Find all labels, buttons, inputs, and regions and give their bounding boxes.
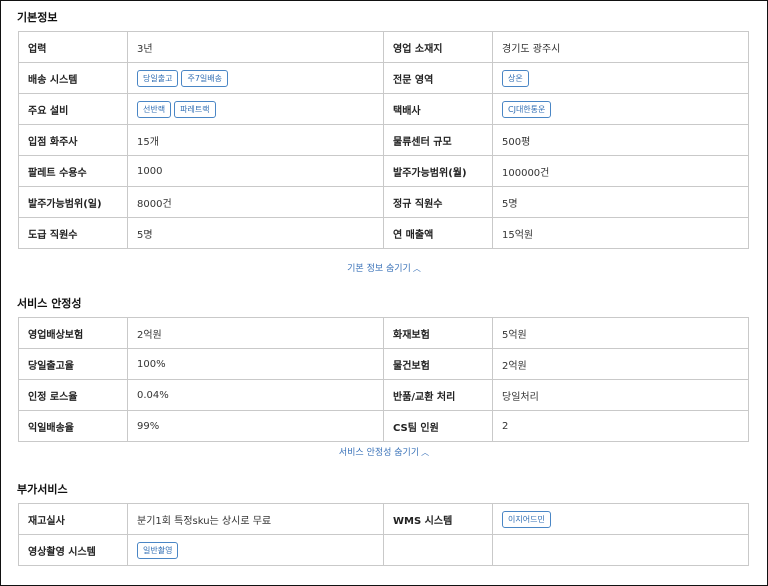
field-label: 인정 로스율 [18, 379, 128, 411]
table-row: 당일출고율 100% 물건보험 2억원 [18, 348, 749, 380]
field-value: 500평 [492, 124, 749, 156]
stability-toggle-label: 서비스 안정성 숨기기 [338, 448, 420, 458]
section-title-stability: 서비스 안정성 [17, 297, 82, 310]
section-title-extra: 부가서비스 [17, 483, 68, 496]
field-label: 당일출고율 [18, 348, 128, 380]
field-label: 물건보험 [383, 348, 493, 380]
field-tags: 선반랙 파레트랙 [127, 93, 384, 125]
field-value: 경기도 광주시 [492, 31, 749, 63]
field-value: 0.04% [127, 379, 384, 411]
field-label: 발주가능범위(월) [383, 155, 493, 187]
tag-badge: 당일출고 [137, 69, 179, 87]
field-value: 100000건 [492, 155, 749, 187]
field-label [383, 534, 493, 566]
table-row: 영업배상보험 2억원 화재보험 5억원 [18, 317, 749, 349]
field-label: 재고실사 [18, 503, 128, 535]
field-label: 도급 직원수 [18, 217, 128, 249]
basic-info-toggle[interactable]: 기본 정보 숨기기 ︿ [0, 261, 768, 274]
field-label: 익일배송율 [18, 410, 128, 442]
field-label: 배송 시스템 [18, 62, 128, 94]
field-label: 반품/교환 처리 [383, 379, 493, 411]
field-label: 영업 소재지 [383, 31, 493, 63]
table-row: 주요 설비 선반랙 파레트랙 택배사 CJ대한통운 [18, 93, 749, 125]
tag-badge: CJ대한통운 [502, 100, 552, 118]
table-row: 팔레트 수용수 1000 발주가능범위(월) 100000건 [18, 155, 749, 187]
table-row: 익일배송율 99% CS팀 인원 2 [18, 410, 749, 442]
field-value: 99% [127, 410, 384, 442]
field-value: 5명 [127, 217, 384, 249]
field-value: 15억원 [492, 217, 749, 249]
table-row: 업력 3년 영업 소재지 경기도 광주시 [18, 31, 749, 63]
field-value: 5명 [492, 186, 749, 218]
tag-badge: 상온 [502, 69, 529, 87]
field-value: 100% [127, 348, 384, 380]
field-tags: 당일출고 주7일배송 [127, 62, 384, 94]
field-value: 2억원 [492, 348, 749, 380]
field-label: WMS 시스템 [383, 503, 493, 535]
extra-service-table: 재고실사 분기1회 특정sku는 상시로 무료 WMS 시스템 이지어드민영상촬영 시… [18, 503, 749, 566]
tag-badge: 파레트랙 [174, 100, 216, 118]
field-tags: 이지어드민 [492, 503, 749, 535]
field-value: 분기1회 특정sku는 상시로 무료 [127, 503, 384, 535]
field-tags: 일반촬영 [127, 534, 384, 566]
tag-badge: 이지어드민 [502, 510, 551, 528]
chevron-up-icon: ︿ [412, 264, 421, 273]
field-value: 3년 [127, 31, 384, 63]
tag-badge: 선반랙 [137, 100, 172, 118]
field-label: 택배사 [383, 93, 493, 125]
tag-badge: 일반촬영 [137, 541, 179, 559]
field-label: CS팀 인원 [383, 410, 493, 442]
stability-toggle[interactable]: 서비스 안정성 숨기기 ︿ [0, 445, 768, 458]
section-title-basic: 기본정보 [17, 11, 58, 24]
field-label: 팔레트 수용수 [18, 155, 128, 187]
field-value: 2억원 [127, 317, 384, 349]
field-label: 업력 [18, 31, 128, 63]
table-row: 인정 로스율 0.04% 반품/교환 처리 당일처리 [18, 379, 749, 411]
field-label: 영상촬영 시스템 [18, 534, 128, 566]
field-label: 영업배상보험 [18, 317, 128, 349]
basic-info-toggle-label: 기본 정보 숨기기 [347, 264, 411, 274]
field-label: 연 매출액 [383, 217, 493, 249]
table-row: 발주가능범위(일) 8000건 정규 직원수 5명 [18, 186, 749, 218]
table-row: 배송 시스템 당일출고 주7일배송 전문 영역 상온 [18, 62, 749, 94]
chevron-up-icon: ︿ [421, 448, 430, 457]
table-row: 영상촬영 시스템 일반촬영 [18, 534, 749, 566]
field-tags: CJ대한통운 [492, 93, 749, 125]
field-label: 물류센터 규모 [383, 124, 493, 156]
field-value: 1000 [127, 155, 384, 187]
field-label: 입점 화주사 [18, 124, 128, 156]
field-value: 2 [492, 410, 749, 442]
field-label: 정규 직원수 [383, 186, 493, 218]
table-row: 입점 화주사 15개 물류센터 규모 500평 [18, 124, 749, 156]
field-label: 발주가능범위(일) [18, 186, 128, 218]
field-value: 당일처리 [492, 379, 749, 411]
table-row: 재고실사 분기1회 특정sku는 상시로 무료 WMS 시스템 이지어드민 [18, 503, 749, 535]
field-tags: 상온 [492, 62, 749, 94]
field-value: 15개 [127, 124, 384, 156]
tag-badge: 주7일배송 [181, 69, 228, 87]
field-label: 주요 설비 [18, 93, 128, 125]
table-row: 도급 직원수 5명 연 매출액 15억원 [18, 217, 749, 249]
basic-info-table: 업력 3년 영업 소재지 경기도 광주시 배송 시스템 당일출고 주7일배송 전문 영역 상온 주… [18, 31, 749, 249]
field-label: 전문 영역 [383, 62, 493, 94]
field-value: 8000건 [127, 186, 384, 218]
field-value [492, 534, 749, 566]
field-label: 화재보험 [383, 317, 493, 349]
field-value: 5억원 [492, 317, 749, 349]
stability-table: 영업배상보험 2억원 화재보험 5억원 당일출고율 100% 물건보험 2억원 인정 로스율 0.… [18, 317, 749, 442]
